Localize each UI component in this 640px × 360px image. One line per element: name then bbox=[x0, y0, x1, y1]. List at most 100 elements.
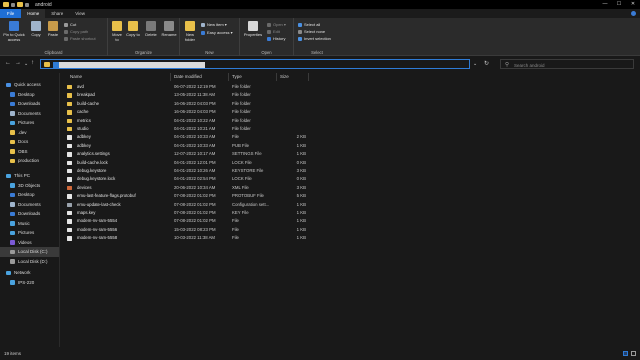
sidebar-item[interactable]: Desktop bbox=[0, 90, 35, 100]
new-folder-quick-icon[interactable] bbox=[17, 2, 23, 7]
sidebar-item[interactable]: OBS bbox=[0, 147, 28, 157]
refresh-icon[interactable]: ↻ bbox=[484, 60, 489, 67]
sidebar-item[interactable]: 3D Objects bbox=[0, 181, 40, 191]
large-icons-view-icon[interactable] bbox=[631, 351, 636, 356]
history-button[interactable]: History bbox=[267, 36, 285, 41]
file-date: 20-06-2022 10:34 AM bbox=[174, 184, 216, 190]
search-input[interactable]: ⚲ Search android bbox=[500, 59, 634, 69]
move-to-button[interactable]: Move to bbox=[110, 21, 124, 42]
close-button[interactable]: ✕ bbox=[626, 0, 640, 9]
sidebar-item[interactable]: Local Disk (C:) bbox=[0, 247, 59, 257]
maximize-button[interactable]: ☐ bbox=[612, 0, 626, 9]
sidebar-item[interactable]: Network bbox=[0, 268, 31, 278]
customize-toolbar-icon[interactable] bbox=[25, 2, 29, 7]
tab-file[interactable]: File bbox=[0, 9, 22, 18]
new-folder-button[interactable]: New folder bbox=[182, 21, 198, 42]
minimize-button[interactable]: — bbox=[598, 0, 612, 9]
sidebar-item[interactable]: Local Disk (D:) bbox=[0, 257, 48, 267]
new-item-button[interactable]: New item ▾ bbox=[201, 22, 227, 27]
file-row[interactable]: build-cache 16-06-2022 04:03 PM File folde… bbox=[62, 100, 342, 108]
sidebar-item[interactable]: .dev bbox=[0, 128, 27, 138]
pictures-icon bbox=[10, 230, 15, 235]
file-row[interactable]: avd 06-07-2022 12:19 PM File folder bbox=[62, 83, 342, 91]
file-type: File bbox=[232, 235, 239, 241]
file-row[interactable]: debug.keystore.lock 04-01-2022 02:54 PM LO… bbox=[62, 175, 342, 183]
file-row[interactable]: emu-last-feature-flags.protobuf 07-08-202… bbox=[62, 192, 342, 200]
column-header-type[interactable]: Type bbox=[232, 73, 242, 81]
easy-access-button[interactable]: Easy access ▾ bbox=[201, 30, 233, 35]
file-row[interactable]: devices 20-06-2022 10:34 AM XML File 3 KB bbox=[62, 184, 342, 192]
file-row[interactable]: modem-nv-ram-5558 10-03-2022 11:38 AM File… bbox=[62, 234, 342, 242]
file-row[interactable]: metrics 04-01-2022 10:22 AM File folder bbox=[62, 117, 342, 125]
downloads-icon bbox=[10, 211, 15, 216]
tab-home[interactable]: Home bbox=[21, 9, 46, 18]
pin-quick-access-button[interactable]: Pin to Quick access bbox=[2, 21, 26, 42]
file-date: 06-07-2022 12:19 PM bbox=[174, 84, 216, 89]
sidebar-item[interactable]: Quick access bbox=[0, 80, 41, 90]
delete-button[interactable]: Delete bbox=[143, 21, 159, 38]
up-arrow-icon[interactable]: ↑ bbox=[31, 60, 34, 66]
help-icon[interactable] bbox=[631, 11, 636, 16]
column-header-size[interactable]: Size bbox=[280, 73, 289, 81]
column-separator[interactable] bbox=[308, 73, 309, 81]
back-arrow-icon[interactable]: ← bbox=[5, 60, 11, 66]
select-none-button[interactable]: Select none bbox=[298, 29, 325, 34]
address-bar[interactable] bbox=[40, 59, 470, 69]
sidebar-item[interactable]: Pictures bbox=[0, 228, 34, 238]
invert-selection-button[interactable]: Invert selection bbox=[298, 36, 331, 41]
column-separator[interactable] bbox=[228, 73, 229, 81]
folder-icon bbox=[3, 2, 9, 7]
recent-locations-icon[interactable]: ⌄ bbox=[24, 61, 28, 67]
column-header-date[interactable]: Date modified bbox=[174, 73, 202, 81]
copy-path-button[interactable]: Copy path bbox=[64, 29, 88, 34]
properties-quick-icon[interactable] bbox=[11, 2, 15, 7]
file-row[interactable]: modem-nv-ram-5556 15-03-2022 08:23 PM File… bbox=[62, 226, 342, 234]
file-row[interactable]: studio 04-01-2022 10:21 AM File folder bbox=[62, 125, 342, 133]
edit-button[interactable]: Edit bbox=[267, 29, 280, 34]
file-row[interactable]: analytics.settings 12-07-2022 10:17 AM SET… bbox=[62, 150, 342, 158]
sidebar-item[interactable]: Documents bbox=[0, 109, 41, 119]
ribbon: Pin to Quick access Copy Paste Cut Copy … bbox=[0, 18, 640, 56]
copy-button[interactable]: Copy bbox=[29, 21, 43, 38]
file-row[interactable]: maps.key 07-08-2022 01:02 PM KEY File 1 KB bbox=[62, 209, 342, 217]
address-dropdown-icon[interactable]: ⌄ bbox=[473, 61, 477, 67]
sidebar-item[interactable]: Downloads bbox=[0, 209, 40, 219]
select-all-icon bbox=[298, 22, 302, 27]
file-row[interactable]: adbkey 04-01-2022 10:33 AM PUB File 1 KB bbox=[62, 142, 342, 150]
file-row[interactable]: emu-update-last-check 07-08-2022 01:02 PM… bbox=[62, 201, 342, 209]
paste-button[interactable]: Paste bbox=[45, 21, 61, 38]
tab-share[interactable]: Share bbox=[45, 9, 69, 18]
sidebar-item[interactable]: IPS-220 bbox=[0, 278, 34, 288]
column-separator[interactable] bbox=[170, 73, 171, 81]
file-row[interactable]: debug.keystore 04-01-2022 10:26 AM KEYSTOR… bbox=[62, 167, 342, 175]
sidebar-item[interactable]: Videos bbox=[0, 238, 32, 248]
file-row[interactable]: breakpad 13-05-2022 11:38 AM File folder bbox=[62, 91, 342, 99]
column-separator[interactable] bbox=[276, 73, 277, 81]
forward-arrow-icon[interactable]: → bbox=[15, 60, 21, 66]
column-header-name[interactable]: Name bbox=[70, 73, 82, 81]
copy-to-button[interactable]: Copy to bbox=[126, 21, 140, 38]
file-row[interactable]: cache 16-06-2022 04:03 PM File folder bbox=[62, 108, 342, 116]
properties-button[interactable]: Properties bbox=[242, 21, 264, 38]
file-row[interactable]: modem-nv-ram-5554 07-08-2022 01:02 PM File… bbox=[62, 217, 342, 225]
sidebar-item[interactable]: This PC bbox=[0, 171, 30, 181]
sidebar-item[interactable]: Music bbox=[0, 219, 30, 229]
sidebar-item[interactable]: Docs bbox=[0, 137, 28, 147]
file-row[interactable]: adbkey 04-01-2022 10:33 AM File 2 KB bbox=[62, 133, 342, 141]
details-view-icon[interactable] bbox=[623, 351, 628, 356]
folder-icon bbox=[67, 85, 72, 90]
sidebar-item[interactable]: Desktop bbox=[0, 190, 35, 200]
folder-icon bbox=[67, 93, 72, 98]
sidebar-item[interactable]: Pictures bbox=[0, 118, 34, 128]
paste-shortcut-button[interactable]: Paste shortcut bbox=[64, 36, 96, 41]
file-size: 1 KB bbox=[296, 226, 306, 232]
select-all-button[interactable]: Select all bbox=[298, 22, 320, 27]
file-row[interactable]: build-cache.lock 04-01-2022 12:01 PM LOCK … bbox=[62, 159, 342, 167]
open-button[interactable]: Open ▾ bbox=[267, 22, 286, 27]
sidebar-item[interactable]: Documents bbox=[0, 200, 41, 210]
sidebar-item[interactable]: Downloads bbox=[0, 99, 40, 109]
tab-view[interactable]: View bbox=[69, 9, 91, 18]
cut-button[interactable]: Cut bbox=[64, 22, 76, 27]
sidebar-item[interactable]: production bbox=[0, 156, 39, 166]
rename-button[interactable]: Rename bbox=[160, 21, 178, 38]
